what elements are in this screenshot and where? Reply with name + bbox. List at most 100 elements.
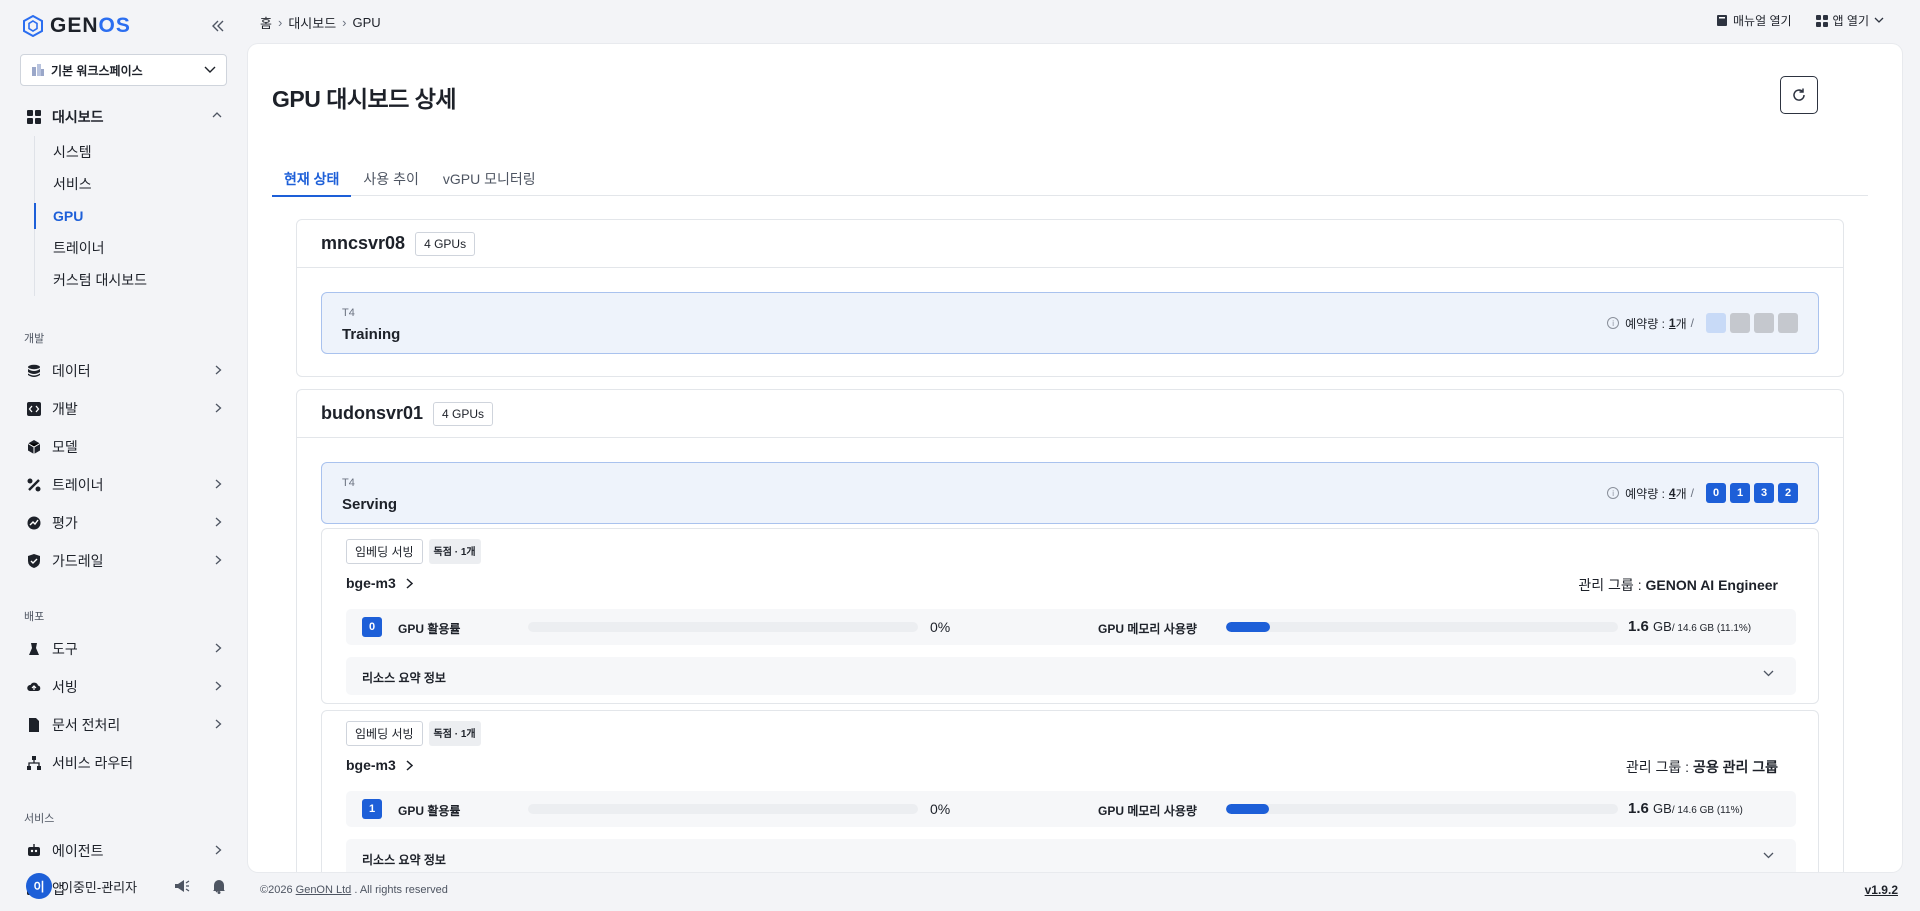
gpu-util-value: 0% — [930, 801, 951, 817]
collapse-sidebar-icon[interactable] — [208, 16, 228, 36]
resource-summary-label: 리소스 요약 정보 — [362, 853, 446, 867]
sidebar-item[interactable]: 에이전트 — [0, 832, 248, 870]
resource-summary-toggle[interactable]: 리소스 요약 정보 — [346, 839, 1796, 872]
sidebar-subitem[interactable]: 서비스 — [35, 168, 248, 200]
cube-icon — [26, 439, 42, 455]
gpu-group-name: Serving — [342, 496, 398, 513]
sidebar-item[interactable]: 문서 전처리 — [0, 706, 248, 744]
gpu-slot[interactable]: 0 — [1706, 483, 1726, 503]
chevron-right-icon — [215, 643, 222, 653]
gpu-count-badge: 4 GPUs — [415, 231, 476, 256]
sidebar-item-label: 서비스 라우터 — [52, 755, 134, 771]
gpu-slot[interactable]: 2 — [1778, 483, 1798, 503]
server-name: mncsvr08 — [321, 233, 406, 253]
gpu-model: T4 — [342, 477, 355, 489]
gpu-mem-bar-fill — [1226, 804, 1270, 814]
sidebar-section-label: 개발 — [24, 333, 45, 345]
gpu-group[interactable]: T4 Training i 예약량 : 1개 / — [321, 292, 1819, 354]
refresh-button[interactable] — [1780, 76, 1818, 114]
service-name-link[interactable]: bge-m3 — [346, 757, 413, 773]
megaphone-icon[interactable] — [174, 879, 190, 893]
server-name: budonsvr01 — [321, 403, 424, 423]
sidebar-item[interactable]: 가드레일 — [0, 542, 248, 580]
tab-usage-trend[interactable]: 사용 추이 — [351, 162, 430, 196]
sidebar-item-label: 평가 — [52, 515, 78, 531]
sidebar-item[interactable]: 모델 — [0, 428, 248, 466]
service-card: 임베딩 서빙 독점 · 1개 bge-m3 관리 그룹 : 공용 관리 그룹 1… — [321, 710, 1819, 872]
open-app-button[interactable]: 앱 열기 — [1815, 12, 1884, 29]
gpu-slot[interactable] — [1754, 313, 1774, 333]
gpu-slot[interactable] — [1706, 313, 1726, 333]
resource-summary-toggle[interactable]: 리소스 요약 정보 — [346, 657, 1796, 695]
cloud-upload-icon — [26, 679, 42, 695]
bell-icon[interactable] — [212, 879, 226, 894]
gpu-slot[interactable] — [1730, 313, 1750, 333]
version-link[interactable]: v1.9.2 — [1865, 883, 1898, 897]
sidebar-item-label: 트레이너 — [52, 477, 104, 493]
gpu-metric-row: 0 GPU 활용률 0% GPU 메모리 사용량 1.6 GB/ 14.6 GB… — [346, 609, 1796, 645]
robot-icon — [26, 843, 42, 859]
chevron-down-icon — [1763, 670, 1774, 677]
sidebar-item[interactable]: 서빙 — [0, 668, 248, 706]
footer-copyright: ©2026 GenON Ltd . All rights reserved — [260, 884, 448, 896]
sidebar-item-label: 개발 — [52, 401, 78, 417]
nav-sections: 개발 데이터 개발 모델 트레이너 평가 가드레일 배포 도구 서빙 문서 전처리 서비스 라우터 서비… — [0, 322, 248, 908]
open-manual-button[interactable]: 매뉴얼 열기 — [1716, 12, 1792, 29]
gpu-slot[interactable] — [1778, 313, 1798, 333]
management-group: 관리 그룹 : GENON AI Engineer — [1578, 577, 1778, 593]
gpu-group[interactable]: T4 Serving i 예약량 : 4개 / 0132 — [321, 462, 1819, 524]
sidebar-item[interactable]: 데이터 — [0, 352, 248, 390]
info-icon[interactable]: i — [1607, 487, 1620, 499]
company-link[interactable]: GenON Ltd — [296, 884, 352, 896]
gpu-mem-value: 1.6 GB/ 14.6 GB (11.1%) — [1628, 618, 1752, 635]
sidebar-item[interactable]: 서비스 라우터 — [0, 744, 248, 782]
reservation-info: i 예약량 : 4개 / 0132 — [1607, 483, 1798, 503]
gpu-slot[interactable]: 3 — [1754, 483, 1774, 503]
management-group: 관리 그룹 : 공용 관리 그룹 — [1625, 759, 1778, 775]
chevron-right-icon — [215, 719, 222, 729]
chevron-right-icon — [215, 845, 222, 855]
breadcrumb-dashboard[interactable]: 대시보드 — [288, 13, 336, 32]
gpu-util-value: 0% — [930, 619, 951, 635]
tab-vgpu-monitoring[interactable]: vGPU 모니터링 — [431, 162, 548, 196]
sidebar-subitem[interactable]: 커스텀 대시보드 — [35, 264, 248, 296]
sidebar-nav: 대시보드 시스템 서비스 GPU 트레이너 커스텀 대시보드 개발 데이터 개발 모델 트레이너… — [0, 98, 248, 908]
gpu-count-badge: 4 GPUs — [433, 401, 494, 426]
sidebar-item[interactable]: 도구 — [0, 630, 248, 668]
dashboard-icon — [26, 109, 42, 125]
tab-current-status[interactable]: 현재 상태 — [272, 162, 352, 197]
sidebar-item-label: 도구 — [52, 641, 78, 657]
sidebar-item[interactable]: 트레이너 — [0, 466, 248, 504]
gpu-slot[interactable]: 1 — [1730, 483, 1750, 503]
sidebar-subitem[interactable]: GPU — [34, 200, 248, 232]
document-icon — [26, 717, 42, 733]
sidebar-item[interactable]: 개발 — [0, 390, 248, 428]
book-icon — [1716, 15, 1727, 26]
sidebar-subitem[interactable]: 시스템 — [35, 136, 248, 168]
genos-logo-icon — [23, 15, 43, 37]
gpu-mem-value: 1.6 GB/ 14.6 GB (11%) — [1628, 800, 1743, 817]
chevron-right-icon — [215, 681, 222, 691]
workspace-select[interactable]: 기본 워크스페이스 — [20, 54, 227, 86]
avatar[interactable]: 이 — [26, 873, 52, 899]
breadcrumb-separator: › — [342, 15, 347, 30]
building-icon — [32, 64, 44, 76]
logo-row: GENOS — [22, 12, 228, 40]
gpu-slots: 0132 — [1702, 483, 1798, 503]
tab-bar: 현재 상태 사용 추이 vGPU 모니터링 — [272, 162, 1868, 197]
service-type-tag: 임베딩 서빙 — [346, 721, 423, 746]
server-card: mncsvr08 4 GPUs T4 Training i 예약량 : 1개 / — [296, 219, 1844, 377]
info-icon[interactable]: i — [1607, 317, 1620, 329]
user-name[interactable]: 이중민-관리자 — [61, 877, 137, 896]
service-mode-tag: 독점 · 1개 — [428, 539, 481, 564]
chevron-down-icon — [1763, 852, 1774, 859]
code-icon — [26, 401, 42, 417]
sidebar-item-label: 에이전트 — [52, 843, 104, 859]
tools-icon — [26, 477, 42, 493]
sidebar-item-dashboard[interactable]: 대시보드 — [0, 98, 248, 136]
breadcrumb-home[interactable]: 홈 — [260, 13, 272, 32]
service-name-link[interactable]: bge-m3 — [346, 575, 413, 591]
sidebar-item[interactable]: 평가 — [0, 504, 248, 542]
sidebar-subitem[interactable]: 트레이너 — [35, 232, 248, 264]
reserve-count: 4 — [1668, 486, 1676, 500]
